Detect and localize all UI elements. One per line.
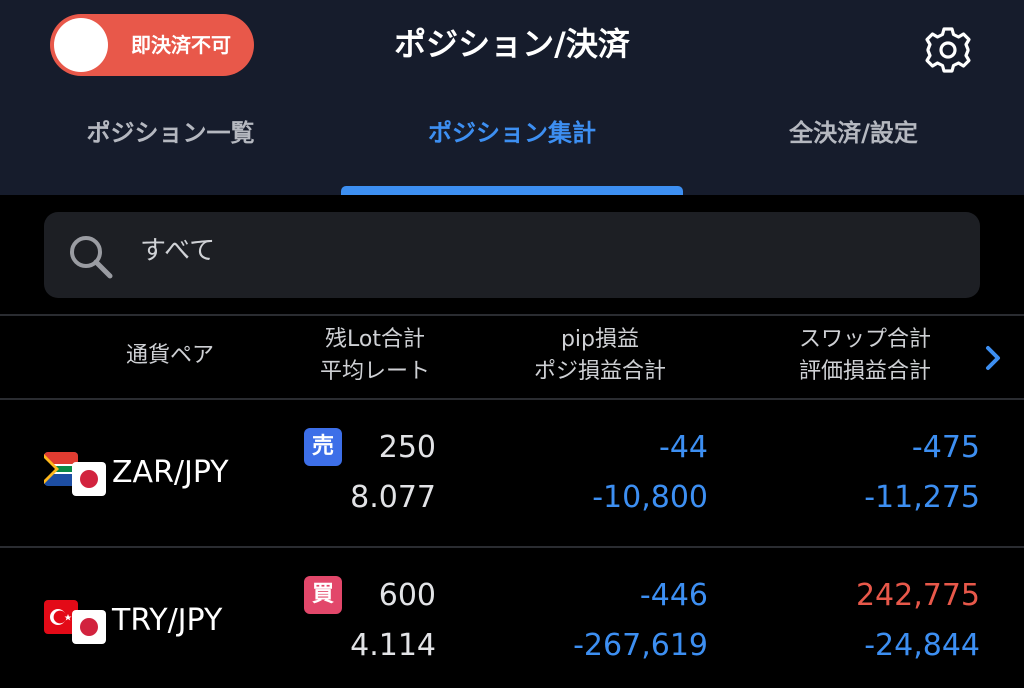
instant-settle-toggle[interactable]: 即決済不可: [50, 14, 254, 76]
currency-pair: ZAR/JPY: [112, 455, 229, 490]
avg-rate: 4.114: [350, 628, 436, 663]
divider: [0, 546, 1024, 548]
active-tab-indicator: [341, 186, 683, 195]
column-header-swap-total: スワップ合計: [798, 327, 931, 352]
column-header-pair: 通貨ペア: [125, 343, 214, 368]
swap-total: 242,775: [855, 578, 980, 613]
swap-total: -475: [911, 430, 980, 465]
avg-rate: 8.077: [350, 480, 436, 515]
divider: [0, 314, 1024, 316]
japan-flag-icon: [72, 462, 106, 496]
divider: [0, 398, 1024, 400]
column-header-avg-rate: 平均レート: [319, 359, 430, 384]
toggle-knob[interactable]: [54, 18, 108, 72]
tab-settle-settings[interactable]: 全決済/設定: [683, 108, 1024, 158]
pip-pl: -446: [639, 578, 708, 613]
search-icon: [66, 232, 116, 282]
position-pl: -10,800: [592, 480, 708, 515]
currency-filter-search[interactable]: すべて: [44, 212, 980, 298]
page-title: ポジション/決済: [394, 25, 630, 63]
chevron-right-icon[interactable]: [980, 342, 1006, 374]
eval-pl: -24,844: [864, 628, 980, 663]
lot-total: 250: [378, 430, 436, 465]
toggle-label: 即決済不可: [131, 33, 231, 57]
column-header-eval-pl: 評価損益合計: [798, 359, 931, 384]
column-header-pip: pip損益 ポジ損益合計: [510, 324, 690, 388]
search-input[interactable]: すべて: [140, 212, 215, 290]
tab-position-summary[interactable]: ポジション集計: [341, 108, 683, 158]
column-header-pip-pl: pip損益: [560, 327, 640, 352]
tab-position-list[interactable]: ポジション一覧: [0, 108, 341, 158]
eval-pl: -11,275: [864, 480, 980, 515]
pip-pl: -44: [659, 430, 708, 465]
column-header-swap: スワップ合計 評価損益合計: [770, 324, 960, 388]
gear-icon[interactable]: [918, 20, 978, 80]
column-header-lot-total: 残Lot合計: [325, 327, 425, 352]
lot-total: 600: [378, 578, 436, 613]
column-header-lot: 残Lot合計 平均レート: [290, 324, 460, 388]
position-pl: -267,619: [573, 628, 708, 663]
japan-flag-icon: [72, 610, 106, 644]
column-header-position-pl: ポジ損益合計: [533, 359, 666, 384]
currency-pair: TRY/JPY: [112, 603, 223, 638]
app-header: 即決済不可 ポジション/決済 ポジション一覧 ポジション集計 全決済/設定: [0, 0, 1024, 195]
